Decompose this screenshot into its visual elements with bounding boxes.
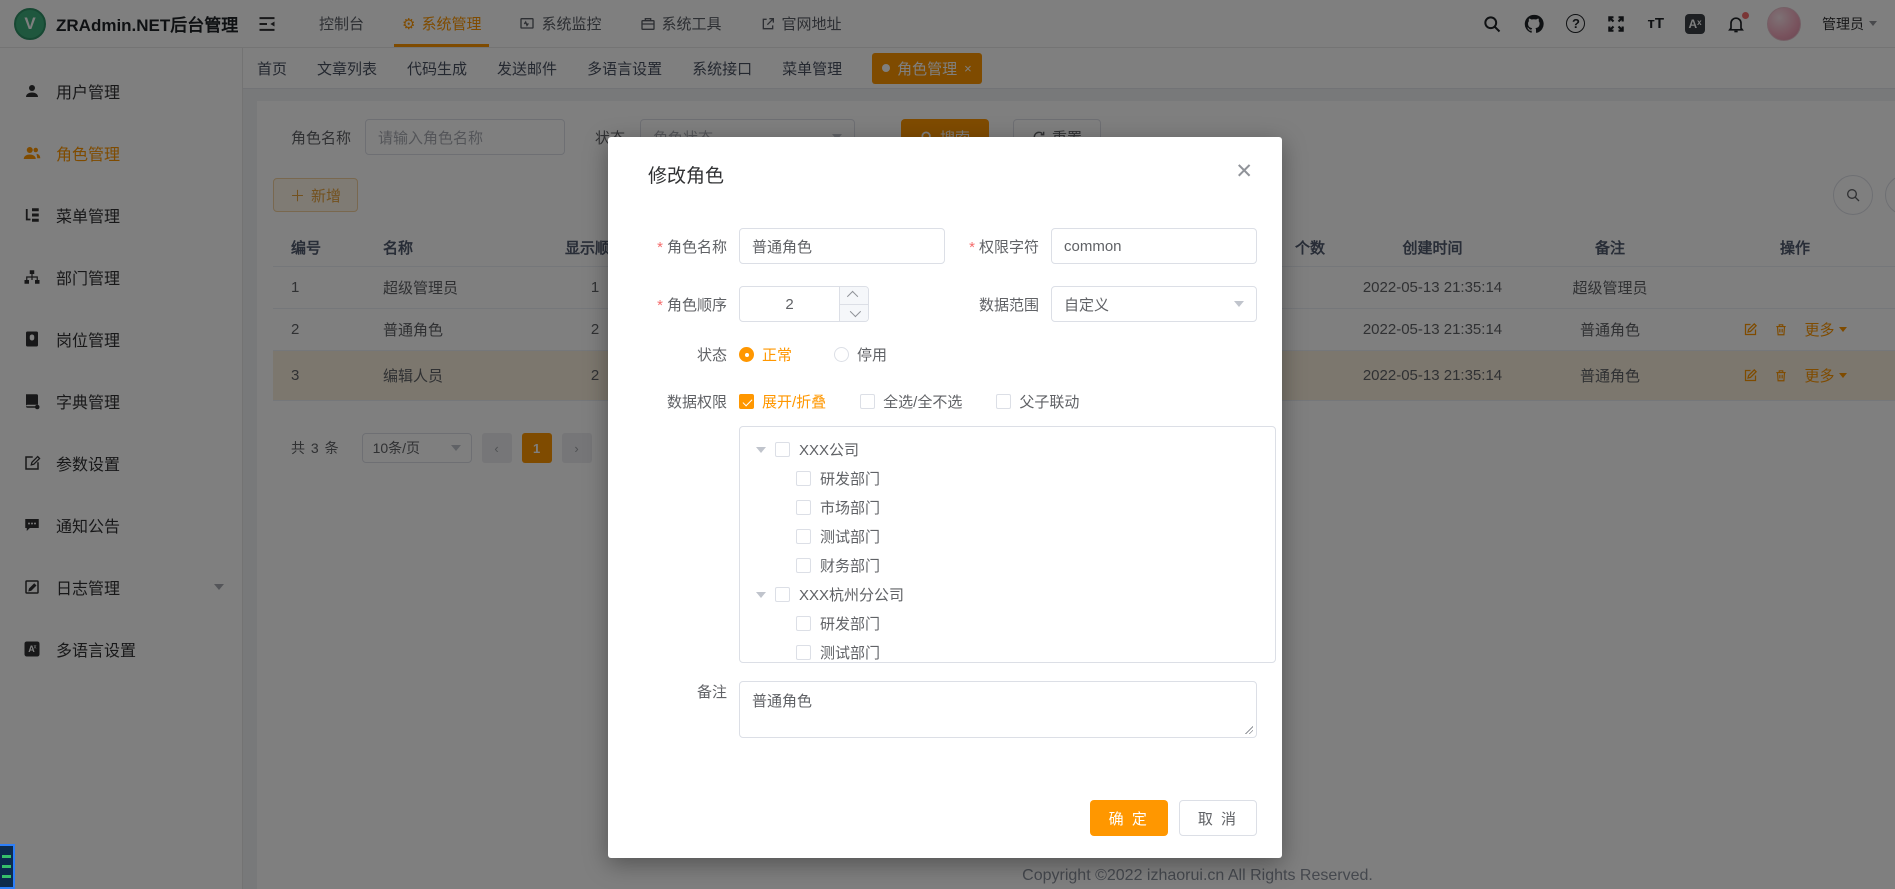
department-tree: XXX公司 研发部门 市场部门 测试部门 财务部门 — [739, 426, 1276, 663]
expand-collapse-label: 展开/折叠 — [762, 391, 826, 412]
checkbox-icon[interactable] — [796, 616, 811, 631]
chevron-down-icon — [1234, 301, 1244, 307]
role-order-value: 2 — [740, 287, 839, 321]
dialog-title: 修改角色 — [648, 161, 724, 188]
checkbox-icon[interactable] — [796, 500, 811, 515]
app-root: V ZRAdmin.NET后台管理 控制台 ⚙ 系统管理 系统监控 — [0, 0, 1895, 889]
perm-char-input[interactable]: common — [1051, 228, 1257, 264]
confirm-button[interactable]: 确 定 — [1090, 800, 1168, 836]
data-permission-label: 数据权限 — [633, 391, 739, 412]
field-remark: 备注 普通角色 — [633, 681, 1257, 738]
select-all-label: 全选/全不选 — [883, 391, 962, 412]
tree-node-label: XXX公司 — [799, 439, 859, 460]
recorder-bar — [2, 855, 11, 858]
field-status: 状态 正常 停用 — [633, 344, 1257, 365]
data-scope-value: 自定义 — [1064, 294, 1109, 315]
perm-char-value: common — [1064, 238, 1122, 255]
stepper-up-icon[interactable] — [840, 287, 868, 305]
remark-value: 普通角色 — [752, 693, 812, 710]
checkbox-icon[interactable] — [796, 558, 811, 573]
tree-node[interactable]: 测试部门 — [750, 522, 1275, 551]
dialog-close-icon[interactable]: ✕ — [1235, 161, 1253, 182]
data-scope-label: 数据范围 — [945, 294, 1051, 315]
screen-recorder-widget[interactable] — [0, 844, 15, 889]
checkbox-icon — [996, 394, 1011, 409]
role-order-stepper[interactable]: 2 — [739, 286, 869, 322]
tree-node-label: 市场部门 — [820, 497, 880, 518]
checkbox-icon[interactable] — [796, 645, 811, 660]
checkbox-icon[interactable] — [775, 442, 790, 457]
role-name-value: 普通角色 — [752, 236, 812, 257]
checkbox-icon — [739, 394, 754, 409]
data-scope-select[interactable]: 自定义 — [1051, 286, 1257, 322]
dialog-body: 角色名称 普通角色 权限字符 common 角色顺序 2 — [633, 228, 1257, 738]
stepper-controls — [839, 287, 868, 321]
tree-node[interactable]: XXX杭州分公司 — [750, 580, 1275, 609]
status-radio-disabled[interactable]: 停用 — [834, 344, 887, 365]
status-radio-normal[interactable]: 正常 — [739, 344, 792, 365]
tree-node[interactable]: 财务部门 — [750, 551, 1275, 580]
remark-textarea[interactable]: 普通角色 — [739, 681, 1257, 738]
role-name-input[interactable]: 普通角色 — [739, 228, 945, 264]
stepper-down-icon[interactable] — [840, 305, 868, 322]
field-perm-char: 权限字符 common — [945, 228, 1257, 264]
field-data-permission: 数据权限 展开/折叠 全选/全不选 父子联动 — [633, 391, 1257, 412]
checkbox-icon[interactable] — [796, 529, 811, 544]
field-data-scope: 数据范围 自定义 — [945, 286, 1257, 322]
tree-node-label: 研发部门 — [820, 613, 880, 634]
tree-node-label: XXX杭州分公司 — [799, 584, 904, 605]
tree-node-label: 测试部门 — [820, 642, 880, 663]
field-role-order: 角色顺序 2 — [633, 286, 945, 322]
expand-collapse-checkbox[interactable]: 展开/折叠 — [739, 391, 826, 412]
parent-child-link-checkbox[interactable]: 父子联动 — [996, 391, 1079, 412]
tree-node-label: 测试部门 — [820, 526, 880, 547]
role-order-label: 角色顺序 — [633, 294, 739, 315]
tree-node-label: 研发部门 — [820, 468, 880, 489]
select-all-checkbox[interactable]: 全选/全不选 — [860, 391, 962, 412]
field-role-name: 角色名称 普通角色 — [633, 228, 945, 264]
checkbox-icon — [860, 394, 875, 409]
role-name-label: 角色名称 — [633, 236, 739, 257]
dialog-header: 修改角色 ✕ — [633, 161, 1257, 188]
recorder-bar — [2, 865, 11, 868]
tree-node[interactable]: 研发部门 — [750, 464, 1275, 493]
remark-label: 备注 — [633, 681, 739, 738]
status-label: 状态 — [633, 344, 739, 365]
tree-expand-icon[interactable] — [756, 447, 766, 453]
parent-child-link-label: 父子联动 — [1019, 391, 1079, 412]
edit-role-dialog: 修改角色 ✕ 角色名称 普通角色 权限字符 common — [608, 137, 1282, 858]
status-normal-label: 正常 — [762, 344, 792, 365]
checkbox-icon[interactable] — [775, 587, 790, 602]
tree-node[interactable]: 研发部门 — [750, 609, 1275, 638]
dialog-footer: 确 定 取 消 — [1090, 800, 1257, 836]
tree-node[interactable]: 市场部门 — [750, 493, 1275, 522]
perm-char-label: 权限字符 — [945, 236, 1051, 257]
tree-node[interactable]: XXX公司 — [750, 435, 1275, 464]
tree-node-label: 财务部门 — [820, 555, 880, 576]
tree-expand-icon[interactable] — [756, 592, 766, 598]
radio-icon — [834, 347, 849, 362]
tree-node[interactable]: 测试部门 — [750, 638, 1275, 663]
checkbox-icon[interactable] — [796, 471, 811, 486]
recorder-bar — [2, 875, 11, 878]
cancel-button[interactable]: 取 消 — [1179, 800, 1257, 836]
radio-icon — [739, 347, 754, 362]
status-disabled-label: 停用 — [857, 344, 887, 365]
